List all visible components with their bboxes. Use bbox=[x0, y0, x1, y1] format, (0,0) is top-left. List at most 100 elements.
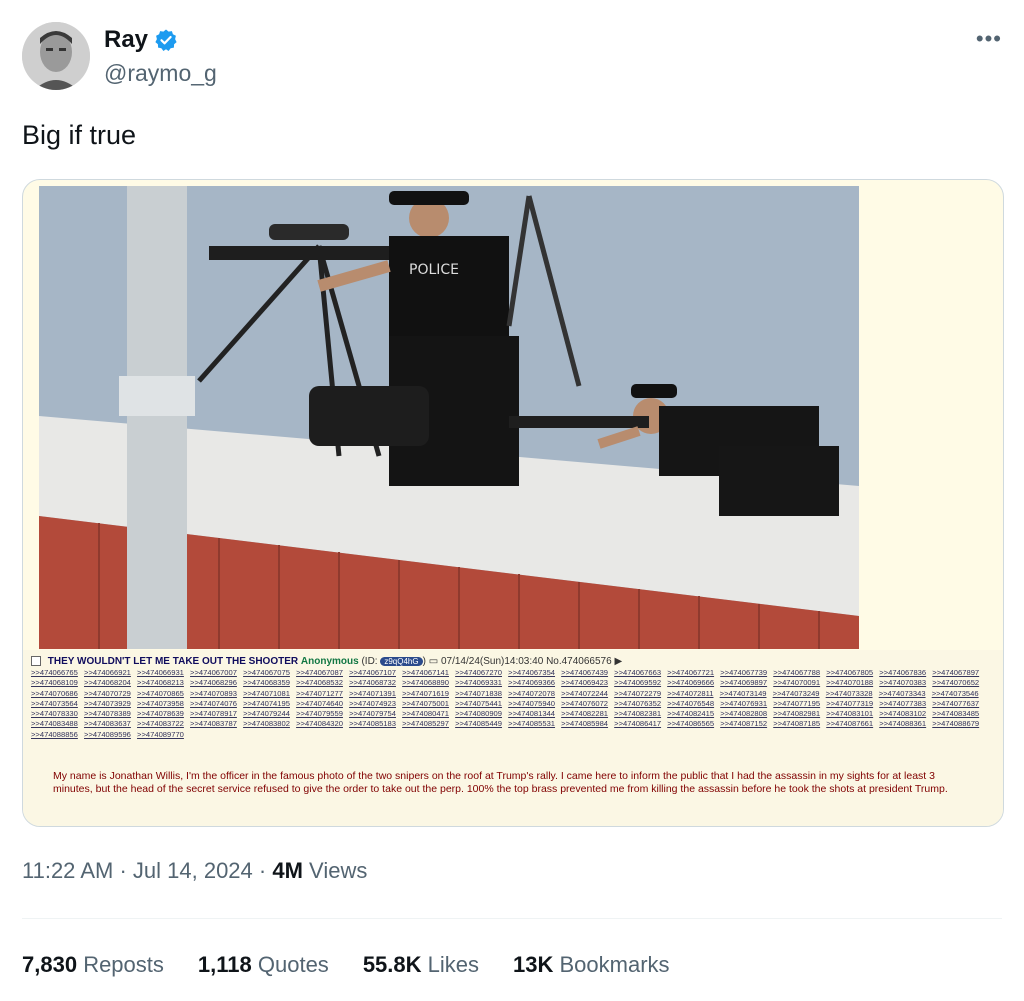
bookmarks-stat[interactable]: 13K Bookmarks bbox=[513, 952, 670, 978]
likes-stat[interactable]: 55.8K Likes bbox=[363, 952, 479, 978]
reply-link[interactable]: >>474067721 bbox=[667, 668, 714, 677]
reply-link[interactable]: >>474067836 bbox=[879, 668, 926, 677]
reply-link[interactable]: >>474076072 bbox=[561, 699, 608, 708]
reply-link[interactable]: >>474071838 bbox=[455, 689, 502, 698]
reply-link[interactable]: >>474067354 bbox=[508, 668, 555, 677]
reply-link[interactable]: >>474071277 bbox=[296, 689, 343, 698]
reply-link[interactable]: >>474073958 bbox=[137, 699, 184, 708]
reply-link[interactable]: >>474073149 bbox=[720, 689, 767, 698]
reply-link[interactable]: >>474085183 bbox=[349, 719, 396, 728]
reply-link[interactable]: >>474079754 bbox=[349, 709, 396, 718]
reply-link[interactable]: >>474075001 bbox=[402, 699, 449, 708]
author-handle[interactable]: @raymo_g bbox=[104, 60, 217, 87]
reply-link[interactable]: >>474073546 bbox=[932, 689, 979, 698]
reply-link[interactable]: >>474067897 bbox=[932, 668, 979, 677]
reply-link[interactable]: >>474068109 bbox=[31, 678, 78, 687]
reply-link[interactable]: >>474069366 bbox=[508, 678, 555, 687]
quotes-stat[interactable]: 1,118 Quotes bbox=[198, 952, 329, 978]
reply-link[interactable]: >>474088361 bbox=[879, 719, 926, 728]
reply-link[interactable]: >>474067805 bbox=[826, 668, 873, 677]
reply-link[interactable]: >>474068204 bbox=[84, 678, 131, 687]
reply-link[interactable]: >>474067075 bbox=[243, 668, 290, 677]
reply-link[interactable]: >>474087152 bbox=[720, 719, 767, 728]
reply-link[interactable]: >>474078330 bbox=[31, 709, 78, 718]
reply-link[interactable]: >>474078389 bbox=[84, 709, 131, 718]
reply-link[interactable]: >>474071081 bbox=[243, 689, 290, 698]
reply-link[interactable]: >>474066931 bbox=[137, 668, 184, 677]
reply-link[interactable]: >>474073929 bbox=[84, 699, 131, 708]
reply-link[interactable]: >>474077195 bbox=[773, 699, 820, 708]
reply-link[interactable]: >>474067007 bbox=[190, 668, 237, 677]
reply-link[interactable]: >>474074195 bbox=[243, 699, 290, 708]
reply-link[interactable]: >>474089770 bbox=[137, 730, 184, 739]
author-name[interactable]: Ray bbox=[104, 26, 148, 54]
reply-link[interactable]: >>474074640 bbox=[296, 699, 343, 708]
reply-link[interactable]: >>474083485 bbox=[932, 709, 979, 718]
reply-link[interactable]: >>474068359 bbox=[243, 678, 290, 687]
reply-link[interactable]: >>474067270 bbox=[455, 668, 502, 677]
reply-link[interactable]: >>474069897 bbox=[720, 678, 767, 687]
reply-link[interactable]: >>474074076 bbox=[190, 699, 237, 708]
reply-link[interactable]: >>474089596 bbox=[84, 730, 131, 739]
reply-link[interactable]: >>474080909 bbox=[455, 709, 502, 718]
reply-link[interactable]: >>474068890 bbox=[402, 678, 449, 687]
reply-link[interactable]: >>474083102 bbox=[879, 709, 926, 718]
reply-link[interactable]: >>474069666 bbox=[667, 678, 714, 687]
reply-link[interactable]: >>474083802 bbox=[243, 719, 290, 728]
reply-link[interactable]: >>474075441 bbox=[455, 699, 502, 708]
reply-link[interactable]: >>474082381 bbox=[614, 709, 661, 718]
reply-link[interactable]: >>474070865 bbox=[137, 689, 184, 698]
reply-link[interactable]: >>474078917 bbox=[190, 709, 237, 718]
reply-link[interactable]: >>474069423 bbox=[561, 678, 608, 687]
reply-link[interactable]: >>474071619 bbox=[402, 689, 449, 698]
reply-link[interactable]: >>474072078 bbox=[508, 689, 555, 698]
reply-link[interactable]: >>474072279 bbox=[614, 689, 661, 698]
reply-link[interactable]: >>474081344 bbox=[508, 709, 555, 718]
reply-link[interactable]: >>474085297 bbox=[402, 719, 449, 728]
reply-link[interactable]: >>474076931 bbox=[720, 699, 767, 708]
reply-link[interactable]: >>474083101 bbox=[826, 709, 873, 718]
reply-link[interactable]: >>474078639 bbox=[137, 709, 184, 718]
reply-link[interactable]: >>474068296 bbox=[190, 678, 237, 687]
reply-link[interactable]: >>474076548 bbox=[667, 699, 714, 708]
reply-link[interactable]: >>474080471 bbox=[402, 709, 449, 718]
reply-link[interactable]: >>474087661 bbox=[826, 719, 873, 728]
reply-link[interactable]: >>474077637 bbox=[932, 699, 979, 708]
author-name-row[interactable]: Ray bbox=[104, 26, 178, 54]
reply-link[interactable]: >>474073343 bbox=[879, 689, 926, 698]
reply-link[interactable]: >>474079244 bbox=[243, 709, 290, 718]
reply-link[interactable]: >>474068532 bbox=[296, 678, 343, 687]
reply-link[interactable]: >>474075940 bbox=[508, 699, 555, 708]
reply-link[interactable]: >>474070686 bbox=[31, 689, 78, 698]
more-options-icon[interactable]: ••• bbox=[976, 26, 1002, 52]
reply-link[interactable]: >>474069331 bbox=[455, 678, 502, 687]
reply-link[interactable]: >>474072811 bbox=[667, 689, 713, 698]
reply-link[interactable]: >>474086565 bbox=[667, 719, 714, 728]
reply-link[interactable]: >>474068213 bbox=[137, 678, 184, 687]
reply-link[interactable]: >>474088679 bbox=[932, 719, 979, 728]
reply-link[interactable]: >>474083787 bbox=[190, 719, 237, 728]
reply-link[interactable]: >>474088856 bbox=[31, 730, 78, 739]
reply-link[interactable]: >>474084320 bbox=[296, 719, 343, 728]
tweet-media[interactable]: POLICE THEY WOULDN'T LET ME TAKE OUT THE… bbox=[22, 179, 1004, 827]
reply-link[interactable]: >>474083637 bbox=[84, 719, 131, 728]
reply-link[interactable]: >>474067739 bbox=[720, 668, 767, 677]
reply-link[interactable]: >>474070729 bbox=[84, 689, 131, 698]
reply-link[interactable]: >>474082415 bbox=[667, 709, 714, 718]
reply-link[interactable]: >>474079559 bbox=[296, 709, 343, 718]
reply-link[interactable]: >>474074923 bbox=[349, 699, 396, 708]
reply-link[interactable]: >>474077319 bbox=[826, 699, 873, 708]
reply-link[interactable]: >>474070091 bbox=[773, 678, 820, 687]
reply-link[interactable]: >>474073249 bbox=[773, 689, 820, 698]
reply-link[interactable]: >>474067663 bbox=[614, 668, 661, 677]
reply-link[interactable]: >>474070188 bbox=[826, 678, 873, 687]
reply-link[interactable]: >>474070383 bbox=[879, 678, 926, 687]
reply-link[interactable]: >>474067087 bbox=[296, 668, 343, 677]
avatar[interactable] bbox=[22, 22, 90, 90]
reply-link[interactable]: >>474073564 bbox=[31, 699, 78, 708]
reply-link[interactable]: >>474082808 bbox=[720, 709, 767, 718]
reply-link[interactable]: >>474085984 bbox=[561, 719, 608, 728]
reply-link[interactable]: >>474077383 bbox=[879, 699, 926, 708]
reply-link[interactable]: >>474067439 bbox=[561, 668, 608, 677]
reply-link[interactable]: >>474066765 bbox=[31, 668, 78, 677]
